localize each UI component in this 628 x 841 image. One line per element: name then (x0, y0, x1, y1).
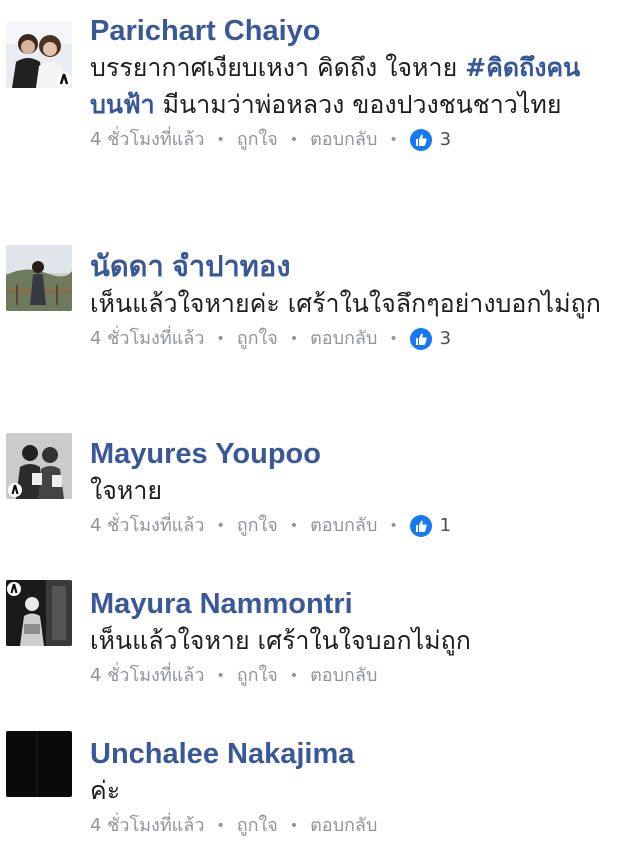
comment-text: เห็นแล้วใจหาย เศร้าในใจบอกไม่ถูก (90, 626, 471, 655)
comment-meta: 4 ชั่วโมงที่แล้ว • ถูกใจ • ตอบกลับ • 3 (90, 324, 610, 354)
separator-dot: • (289, 132, 299, 148)
reaction-count[interactable]: 3 (409, 324, 452, 354)
separator-dot: • (216, 668, 225, 684)
like-count: 1 (439, 515, 452, 536)
like-action[interactable]: ถูกใจ (237, 811, 278, 841)
thumbs-up-icon (409, 328, 432, 350)
comment-author[interactable]: Mayures Youpoo (90, 437, 610, 471)
separator-dot: • (289, 818, 299, 834)
like-action[interactable]: ถูกใจ (237, 511, 278, 541)
comment-text: ใจหาย (90, 476, 163, 505)
avatar[interactable] (6, 22, 72, 88)
reply-action[interactable]: ตอบกลับ (310, 661, 377, 691)
avatar[interactable] (6, 580, 72, 646)
like-action[interactable]: ถูกใจ (237, 324, 278, 354)
comment-text-part: มีนามว่าพ่อหลวง ของปวงชนชาวไทย (154, 90, 562, 119)
comment-meta: 4 ชั่วโมงที่แล้ว • ถูกใจ • ตอบกลับ (90, 661, 610, 691)
comment-author[interactable]: Mayura Nammontri (90, 587, 610, 621)
comment-timestamp[interactable]: 4 ชั่วโมงที่แล้ว (90, 811, 204, 841)
comment-meta: 4 ชั่วโมงที่แล้ว • ถูกใจ • ตอบกลับ • 3 (90, 125, 610, 155)
reaction-count[interactable]: 1 (409, 511, 452, 541)
avatar-image (6, 580, 72, 646)
separator-dot: • (216, 132, 225, 148)
thumbs-up-icon (409, 129, 432, 151)
separator-dot: • (216, 818, 225, 834)
comment-text: ค่ะ (90, 776, 121, 805)
separator-dot: • (289, 518, 299, 534)
separator-dot: • (389, 132, 398, 148)
like-action[interactable]: ถูกใจ (237, 125, 278, 155)
avatar[interactable] (6, 731, 72, 797)
separator-dot: • (389, 518, 398, 534)
comment-meta: 4 ชั่วโมงที่แล้ว • ถูกใจ • ตอบกลับ (90, 811, 610, 841)
thumbs-up-icon (409, 515, 432, 537)
comment-author[interactable]: นัดดา จำปาทอง (90, 250, 610, 284)
comment-timestamp[interactable]: 4 ชั่วโมงที่แล้ว (90, 511, 204, 541)
avatar-image (6, 731, 72, 797)
avatar[interactable] (6, 245, 72, 311)
comment-timestamp[interactable]: 4 ชั่วโมงที่แล้ว (90, 324, 204, 354)
like-count: 3 (439, 129, 452, 150)
avatar-image (6, 245, 72, 311)
like-action[interactable]: ถูกใจ (237, 661, 278, 691)
reply-action[interactable]: ตอบกลับ (310, 511, 377, 541)
like-count: 3 (439, 328, 452, 349)
reply-action[interactable]: ตอบกลับ (310, 811, 377, 841)
comment-author[interactable]: Unchalee Nakajima (90, 737, 610, 771)
separator-dot: • (289, 331, 299, 347)
comment-meta: 4 ชั่วโมงที่แล้ว • ถูกใจ • ตอบกลับ • 1 (90, 511, 610, 541)
avatar-image (6, 433, 72, 499)
avatar[interactable] (6, 433, 72, 499)
separator-dot: • (389, 331, 398, 347)
reaction-count[interactable]: 3 (409, 125, 452, 155)
separator-dot: • (289, 668, 299, 684)
comment-text-part: บรรยากาศเงียบเหงา คิดถึง ใจหาย (90, 53, 466, 82)
comment-text: บรรยากาศเงียบเหงา คิดถึง ใจหาย #คิดถึงคน… (90, 49, 610, 123)
comment-timestamp[interactable]: 4 ชั่วโมงที่แล้ว (90, 125, 204, 155)
separator-dot: • (216, 331, 225, 347)
avatar-image (6, 22, 72, 88)
comment-text: เห็นแล้วใจหายค่ะ เศร้าในใจลึกๆอย่างบอกไม… (90, 289, 601, 318)
comment-timestamp[interactable]: 4 ชั่วโมงที่แล้ว (90, 661, 204, 691)
reply-action[interactable]: ตอบกลับ (310, 125, 377, 155)
comment-author[interactable]: Parichart Chaiyo (90, 14, 610, 48)
reply-action[interactable]: ตอบกลับ (310, 324, 377, 354)
separator-dot: • (216, 518, 225, 534)
